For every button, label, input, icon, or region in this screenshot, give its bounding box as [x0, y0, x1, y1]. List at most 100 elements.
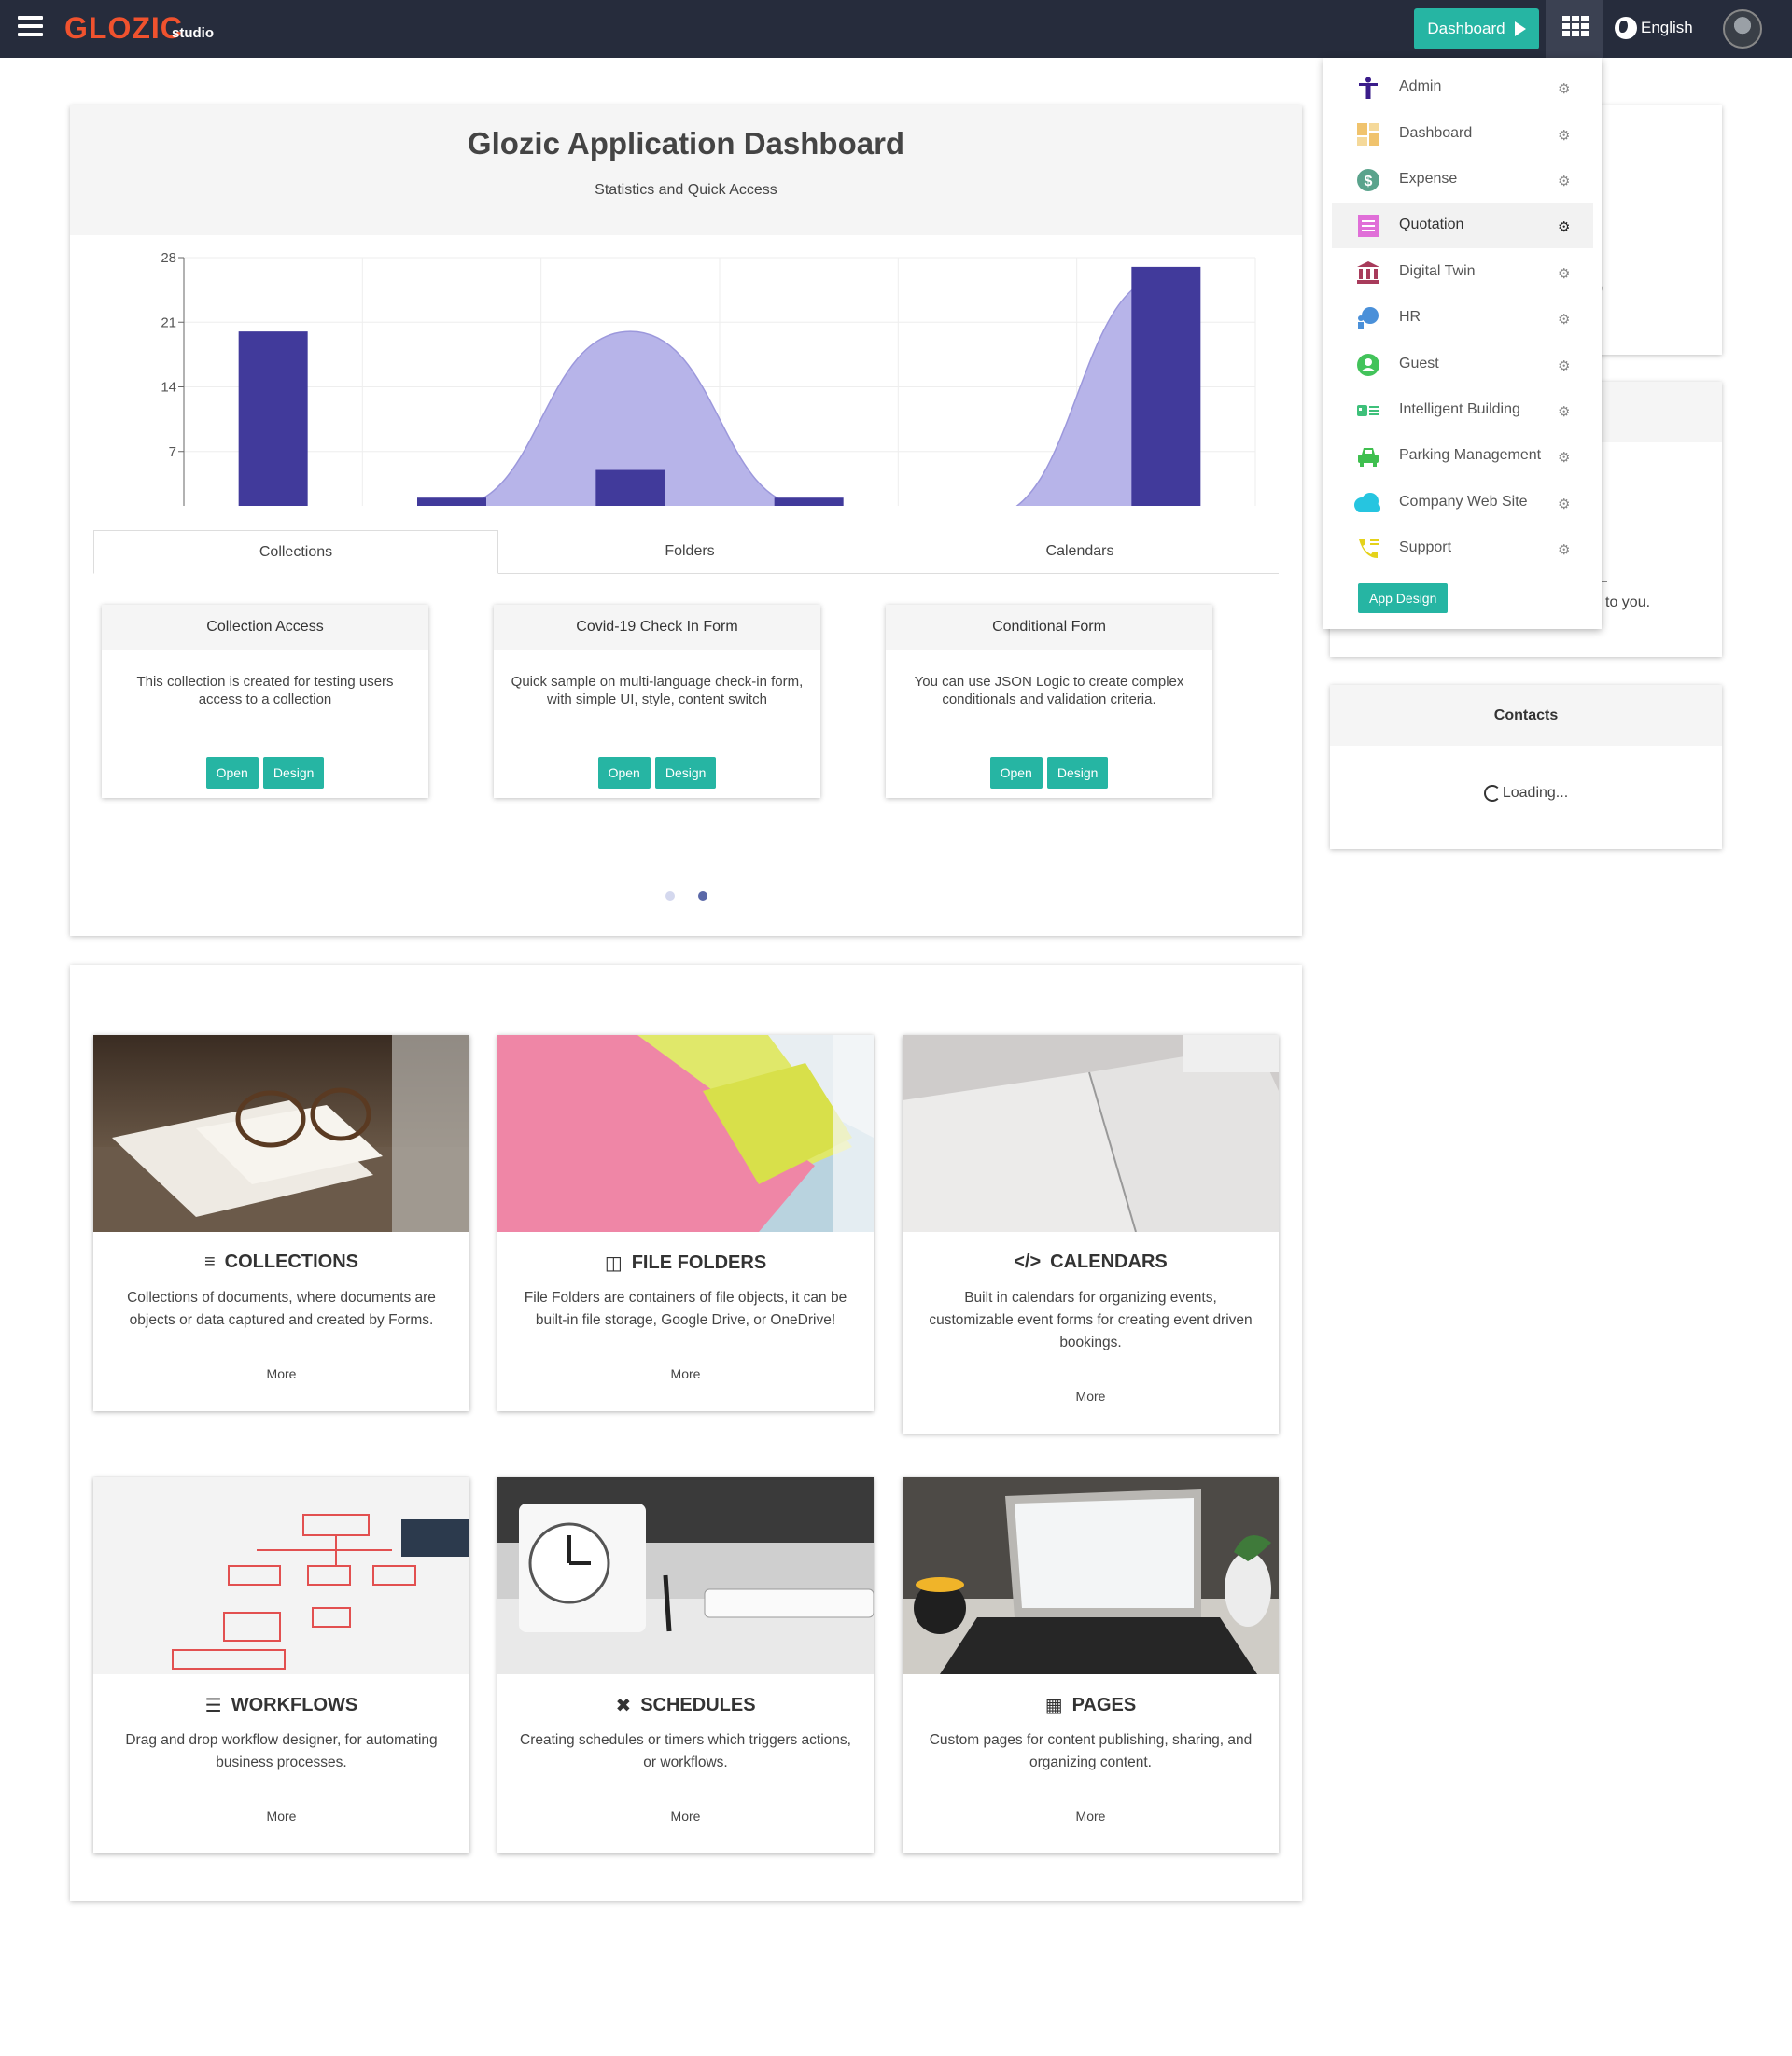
feature-description: Collections of documents, where document… — [127, 1290, 436, 1328]
partial-text: to you. — [1605, 594, 1651, 610]
menu-item-intelligent-building[interactable]: Intelligent Building ⚙ — [1332, 388, 1593, 433]
feature-title: WORKFLOWS — [231, 1695, 358, 1715]
quantity-bar — [238, 331, 308, 506]
table-icon: ▦ — [1044, 1696, 1063, 1716]
feature-card-file-folders: ◫ FILE FOLDERS File Folders are container… — [497, 1035, 874, 1411]
tab-bar: Collections Folders Calendars — [93, 530, 1279, 574]
menu-item-hr[interactable]: HR ⚙ — [1332, 296, 1593, 341]
gear-icon[interactable]: ⚙ — [1558, 173, 1570, 189]
apps-dropdown-menu: Admin ⚙ Dashboard ⚙ $ Expense ⚙ Quotatio… — [1323, 58, 1602, 629]
more-link[interactable]: More — [497, 1366, 874, 1381]
gear-icon[interactable]: ⚙ — [1558, 311, 1570, 328]
carousel-dot[interactable] — [665, 891, 675, 901]
gear-icon[interactable]: ⚙ — [1558, 127, 1570, 144]
spinner-icon — [1483, 785, 1501, 802]
loading-indicator: Loading... — [1330, 785, 1722, 802]
contacts-card: Contacts Loading... — [1330, 685, 1722, 849]
y-tick-label: 21 — [161, 315, 176, 330]
schedules-image — [497, 1477, 874, 1674]
quantity-bar — [1131, 266, 1201, 506]
gear-icon[interactable]: ⚙ — [1558, 496, 1570, 512]
brand-logo[interactable]: GLOZIC — [64, 11, 183, 46]
cubes-icon: ◫ — [604, 1253, 623, 1274]
feature-card-pages: ▦ PAGES Custom pages for content publishi… — [903, 1477, 1279, 1853]
design-button[interactable]: Design — [1046, 757, 1109, 789]
menu-item-digital-twin[interactable]: Digital Twin ⚙ — [1332, 250, 1593, 295]
y-tick-label: 28 — [161, 250, 176, 266]
calendars-image — [903, 1035, 1279, 1232]
css-icon: ≡ — [203, 1252, 216, 1272]
menu-item-company-web-site[interactable]: Company Web Site ⚙ — [1332, 481, 1593, 525]
cloud-icon — [1354, 493, 1380, 512]
more-link[interactable]: More — [903, 1809, 1279, 1824]
list-icon: ☰ — [204, 1696, 222, 1716]
menu-item-label: Quotation — [1399, 217, 1464, 232]
top-navbar: GLOZIC studio Dashboard English — [0, 0, 1792, 58]
pages-image — [903, 1477, 1279, 1674]
menu-item-label: Dashboard — [1399, 125, 1473, 141]
open-button[interactable]: Open — [205, 757, 259, 789]
gear-icon[interactable]: ⚙ — [1558, 403, 1570, 420]
brand-subtitle: studio — [172, 25, 214, 41]
collection-card: Covid-19 Check In Form Quick sample on m… — [494, 605, 820, 798]
more-link[interactable]: More — [93, 1366, 469, 1381]
menu-item-parking-management[interactable]: Parking Management ⚙ — [1332, 434, 1593, 479]
user-avatar[interactable] — [1723, 9, 1762, 49]
more-link[interactable]: More — [497, 1809, 874, 1824]
menu-item-support[interactable]: Support ⚙ — [1332, 526, 1593, 571]
open-button[interactable]: Open — [597, 757, 651, 789]
tab-collections[interactable]: Collections — [93, 530, 498, 574]
hr-icon — [1358, 307, 1379, 329]
feature-description: Drag and drop workflow designer, for aut… — [125, 1732, 438, 1770]
apps-menu-button[interactable] — [1546, 0, 1603, 58]
gear-icon[interactable]: ⚙ — [1558, 541, 1570, 558]
gear-icon[interactable]: ⚙ — [1558, 80, 1570, 97]
menu-item-label: Expense — [1399, 171, 1458, 187]
feature-description: File Folders are containers of file obje… — [524, 1290, 847, 1328]
language-label: English — [1641, 19, 1693, 36]
tab-calendars[interactable]: Calendars — [881, 530, 1279, 573]
gear-icon[interactable]: ⚙ — [1558, 449, 1570, 466]
feature-card-calendars: </> CALENDARS Built in calendars for orga… — [903, 1035, 1279, 1434]
menu-item-quotation[interactable]: Quotation ⚙ — [1332, 203, 1593, 248]
design-button[interactable]: Design — [262, 757, 325, 789]
page-title: Glozic Application Dashboard — [467, 126, 905, 161]
feature-card-workflows: ☰ WORKFLOWS Drag and drop workflow design… — [93, 1477, 469, 1853]
menu-item-dashboard[interactable]: Dashboard ⚙ — [1332, 112, 1593, 157]
page-subtitle: Statistics and Quick Access — [595, 182, 777, 198]
design-button[interactable]: Design — [654, 757, 717, 789]
menu-item-label: Admin — [1399, 78, 1442, 94]
menu-item-admin[interactable]: Admin ⚙ — [1332, 65, 1593, 110]
gear-icon[interactable]: ⚙ — [1558, 357, 1570, 374]
dashboard-button[interactable]: Dashboard — [1414, 8, 1539, 49]
grid-icon — [1562, 16, 1589, 36]
y-tick-label: 7 — [169, 444, 176, 460]
more-link[interactable]: More — [93, 1809, 469, 1824]
more-link[interactable]: More — [903, 1389, 1279, 1404]
svg-text:$: $ — [1365, 174, 1373, 189]
globe-icon — [1615, 17, 1637, 39]
bank-icon — [1357, 261, 1379, 284]
document-icon — [1358, 215, 1379, 237]
menu-item-expense[interactable]: $ Expense ⚙ — [1332, 158, 1593, 203]
tab-folders[interactable]: Folders — [498, 530, 881, 573]
feature-card-collections: ≡ COLLECTIONS Collections of documents, w… — [93, 1035, 469, 1411]
menu-item-label: Parking Management — [1399, 447, 1542, 463]
quantity-bar — [774, 497, 844, 506]
open-button[interactable]: Open — [989, 757, 1043, 789]
menu-item-guest[interactable]: Guest ⚙ — [1332, 343, 1593, 387]
collection-card-title: Conditional Form — [886, 605, 1212, 650]
menu-icon[interactable] — [18, 16, 43, 36]
feature-title: SCHEDULES — [640, 1695, 756, 1715]
gear-icon[interactable]: ⚙ — [1558, 218, 1570, 235]
app-design-button[interactable]: App Design — [1358, 583, 1449, 613]
gear-icon[interactable]: ⚙ — [1558, 265, 1570, 282]
dollar-icon: $ — [1357, 169, 1379, 191]
file-folders-image — [497, 1035, 874, 1232]
dashboard-button-label: Dashboard — [1427, 20, 1505, 37]
language-selector[interactable]: English — [1615, 17, 1693, 39]
carousel-dot-active[interactable] — [698, 891, 707, 901]
car-icon — [1358, 448, 1379, 467]
quantity-bar — [595, 469, 665, 506]
collection-card-description: You can use JSON Logic to create complex… — [914, 674, 1184, 707]
